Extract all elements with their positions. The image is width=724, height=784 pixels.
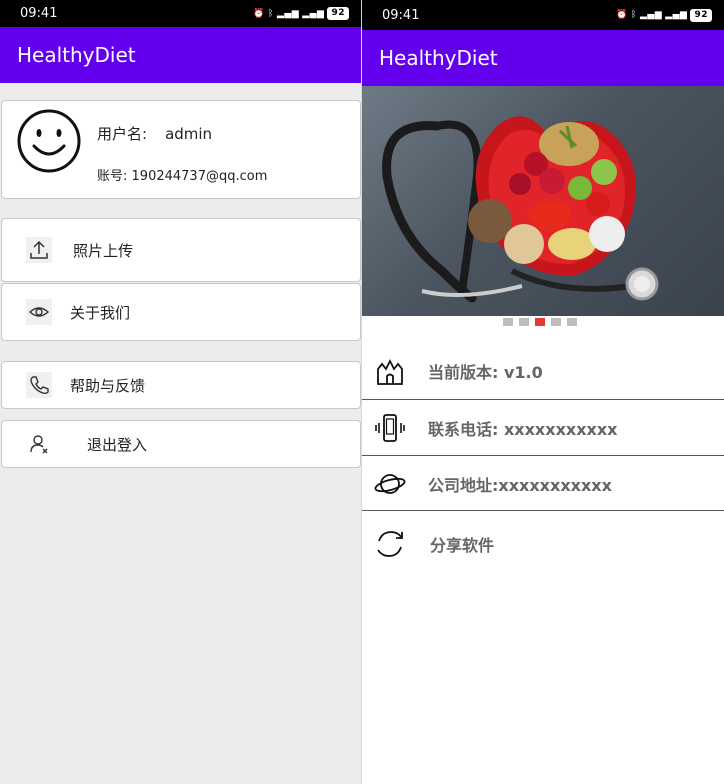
info-label: 公司地址:xxxxxxxxxxx	[428, 475, 612, 495]
status-time: 09:41	[20, 6, 58, 21]
phone-icon	[26, 372, 52, 398]
status-icons: ⏰ ᛒ ▂▄▆ ▂▄▆ 92	[616, 8, 712, 22]
app-title: HealthyDiet	[17, 43, 136, 67]
menu-item-help-feedback[interactable]: 帮助与反馈	[1, 361, 361, 409]
profile-screen: 09:41 ⏰ ᛒ ▂▄▆ ▂▄▆ 92 HealthyDiet 用户名: adm…	[0, 0, 362, 784]
menu-item-logout[interactable]: 退出登入	[1, 420, 361, 468]
info-row-version[interactable]: 当前版本: v1.0	[362, 343, 724, 398]
carousel-dot-active[interactable]	[535, 318, 545, 326]
castle-icon	[374, 355, 406, 387]
planet-icon	[374, 468, 406, 500]
info-label: 联系电话: xxxxxxxxxxx	[428, 420, 618, 439]
username-label: 用户名:	[97, 125, 148, 143]
status-bar: 09:41 ⏰ ᛒ ▂▄▆ ▂▄▆ 92	[362, 0, 724, 30]
signal-icon-2: ▂▄▆	[302, 8, 325, 19]
signal-icon: ▂▄▆	[276, 8, 300, 19]
account-label: 账号:	[97, 169, 128, 184]
status-time: 09:41	[382, 7, 420, 23]
account-value: 190244737@qq.com	[131, 169, 268, 184]
carousel-dot[interactable]	[551, 318, 561, 326]
info-row-share[interactable]: 分享软件	[362, 516, 724, 572]
status-bar: 09:41 ⏰ ᛒ ▂▄▆ ▂▄▆ 92	[0, 0, 361, 27]
carousel-dot[interactable]	[567, 318, 577, 326]
info-label: 分享软件	[430, 536, 495, 555]
upload-icon	[26, 237, 52, 263]
mobile-vibrate-icon	[374, 412, 406, 444]
carousel-dot[interactable]	[503, 318, 513, 326]
app-title: HealthyDiet	[379, 46, 498, 70]
battery-icon: 92	[690, 8, 712, 22]
status-icons: ⏰ ᛒ ▂▄▆ ▂▄▆ 92	[253, 7, 349, 20]
divider	[362, 455, 724, 456]
menu-item-label: 关于我们	[70, 303, 131, 322]
account-row: 账号: 190244737@qq.com	[97, 165, 267, 184]
menu-item-label: 照片上传	[73, 241, 134, 260]
alarm-icon: ⏰	[616, 10, 629, 20]
menu-item-label: 退出登入	[87, 435, 148, 454]
battery-icon: 92	[327, 7, 349, 20]
menu-item-photo-upload[interactable]: 照片上传	[1, 218, 361, 282]
app-bar: HealthyDiet	[0, 27, 361, 83]
menu-item-about-us[interactable]: 关于我们	[1, 283, 361, 341]
divider	[362, 510, 724, 511]
carousel-dot[interactable]	[519, 318, 529, 326]
divider	[362, 399, 724, 400]
signal-icon-2: ▂▄▆	[665, 10, 688, 20]
info-label: 当前版本: v1.0	[428, 362, 543, 382]
bluetooth-icon: ᛒ	[631, 10, 637, 20]
bluetooth-icon: ᛒ	[268, 8, 274, 19]
eye-icon	[26, 299, 52, 325]
info-row-phone[interactable]: 联系电话: xxxxxxxxxxx	[362, 401, 724, 455]
about-screen: 09:41 ⏰ ᛒ ▂▄▆ ▂▄▆ 92 HealthyDiet 当前版本: v…	[362, 0, 724, 784]
signal-icon: ▂▄▆	[639, 10, 663, 20]
username-value: admin	[165, 125, 213, 143]
profile-card[interactable]: 用户名: admin 账号: 190244737@qq.com	[1, 100, 361, 199]
menu-item-label: 帮助与反馈	[70, 376, 146, 395]
smiley-face-icon[interactable]	[16, 108, 82, 178]
alarm-icon: ⏰	[253, 8, 266, 19]
user-logout-icon	[26, 431, 52, 457]
app-bar: HealthyDiet	[362, 30, 724, 86]
carousel-indicator[interactable]	[503, 318, 577, 326]
username-row: 用户名: admin	[97, 123, 212, 144]
refresh-icon	[374, 528, 406, 560]
info-row-address[interactable]: 公司地址:xxxxxxxxxxx	[362, 457, 724, 510]
carousel-banner-image[interactable]	[362, 86, 724, 316]
